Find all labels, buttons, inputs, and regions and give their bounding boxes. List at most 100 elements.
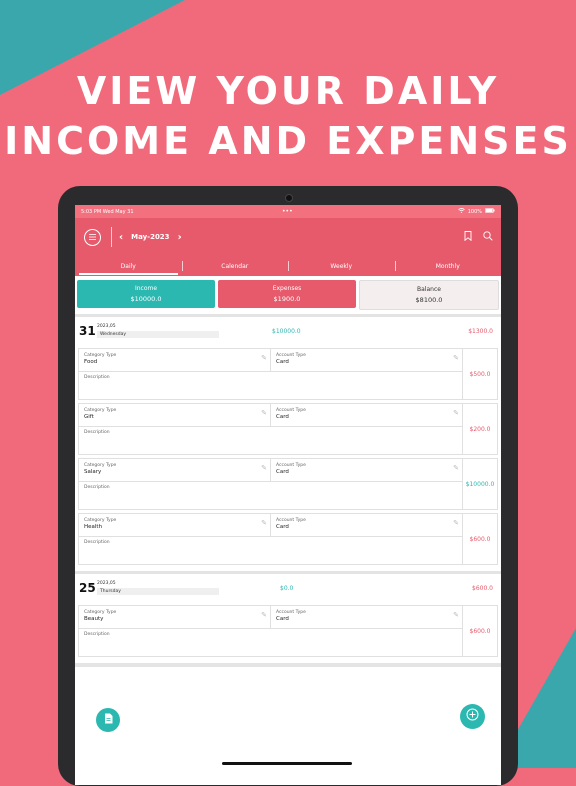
day-weekday: Wednesday	[97, 331, 219, 338]
balance-value: $8100.0	[415, 296, 443, 304]
headline: VIEW YOUR DAILY INCOME AND EXPENSES	[0, 66, 576, 166]
edit-icon[interactable]: ✎	[261, 520, 267, 527]
home-indicator[interactable]	[222, 762, 352, 765]
status-date: Wed May 31	[102, 208, 134, 215]
transaction-entry[interactable]: Category Type Health ✎ Account Type Card…	[78, 513, 498, 565]
income-card[interactable]: Income $10000.0	[77, 280, 215, 308]
wifi-icon	[457, 208, 465, 215]
app-screen: 5:03 PM Wed May 31 ••• 100% ‹ May-2023 ›	[75, 205, 501, 785]
appbar-divider	[111, 227, 112, 247]
day-header[interactable]: 25 2023,05 Thursday $0.0 $600.0	[75, 571, 501, 602]
menu-icon	[89, 233, 96, 242]
next-month-button[interactable]: ›	[178, 232, 182, 243]
account-field[interactable]: Account Type Card ✎	[270, 514, 462, 536]
section-divider	[75, 663, 501, 667]
account-label: Account Type	[276, 610, 306, 615]
edit-icon[interactable]: ✎	[261, 355, 267, 362]
account-field[interactable]: Account Type Card ✎	[270, 349, 462, 371]
account-field[interactable]: Account Type Card ✎	[270, 404, 462, 426]
current-month[interactable]: May-2023	[131, 233, 169, 241]
tab-calendar[interactable]: Calendar	[181, 256, 289, 276]
category-label: Category Type	[84, 610, 117, 615]
transaction-entry[interactable]: Category Type Gift ✎ Account Type Card ✎…	[78, 403, 498, 455]
description-field[interactable]: Description	[79, 629, 462, 656]
income-value: $10000.0	[130, 295, 162, 303]
day-expense: $600.0	[472, 584, 493, 592]
account-label: Account Type	[276, 353, 306, 358]
day-income: $10000.0	[272, 327, 301, 335]
balance-card[interactable]: Balance $8100.0	[359, 280, 499, 310]
edit-icon[interactable]: ✎	[453, 520, 459, 527]
entry-amount: $600.0	[462, 606, 497, 656]
day-weekday: Thursday	[97, 588, 219, 595]
edit-icon[interactable]: ✎	[453, 465, 459, 472]
day-date: 2023,05	[97, 324, 116, 329]
multitask-dots[interactable]: •••	[282, 208, 293, 215]
category-field[interactable]: Category Type Salary ✎	[79, 459, 270, 481]
account-value: Card	[276, 414, 289, 420]
status-time: 5:03 PM	[81, 208, 102, 215]
edit-icon[interactable]: ✎	[453, 355, 459, 362]
status-bar: 5:03 PM Wed May 31 ••• 100%	[75, 205, 501, 218]
description-field[interactable]: Description	[79, 537, 462, 564]
edit-icon[interactable]: ✎	[261, 410, 267, 417]
income-label: Income	[134, 285, 158, 292]
add-transaction-button[interactable]	[460, 704, 485, 729]
description-field[interactable]: Description	[79, 482, 462, 509]
day-number: 25	[79, 581, 96, 595]
account-value: Card	[276, 524, 289, 530]
balance-label: Balance	[417, 286, 441, 293]
expenses-value: $1900.0	[273, 295, 301, 303]
bookmark-icon[interactable]	[464, 230, 472, 244]
tab-daily[interactable]: Daily	[75, 256, 182, 276]
view-tabs: Daily Calendar Weekly Monthly	[75, 256, 501, 276]
entry-amount: $200.0	[462, 404, 497, 454]
description-field[interactable]: Description	[79, 427, 462, 454]
search-icon[interactable]	[483, 230, 493, 244]
category-field[interactable]: Category Type Beauty ✎	[79, 606, 270, 628]
battery-icon	[485, 208, 495, 215]
camera	[285, 194, 293, 202]
account-field[interactable]: Account Type Card ✎	[270, 606, 462, 628]
edit-icon[interactable]: ✎	[261, 612, 267, 619]
day-income: $0.0	[280, 584, 294, 592]
category-value: Health	[84, 524, 103, 530]
account-value: Card	[276, 359, 289, 365]
edit-icon[interactable]: ✎	[453, 612, 459, 619]
transaction-entry[interactable]: Category Type Beauty ✎ Account Type Card…	[78, 605, 498, 657]
account-value: Card	[276, 469, 289, 475]
month-navigator: ‹ May-2023 ›	[119, 232, 182, 243]
transaction-entry[interactable]: Category Type Food ✎ Account Type Card ✎…	[78, 348, 498, 400]
menu-button[interactable]	[84, 228, 101, 246]
edit-icon[interactable]: ✎	[261, 465, 267, 472]
headline-line2: INCOME AND EXPENSES	[4, 119, 572, 163]
report-button[interactable]	[96, 708, 120, 732]
edit-icon[interactable]: ✎	[453, 410, 459, 417]
expenses-label: Expenses	[272, 285, 302, 292]
category-label: Category Type	[84, 408, 117, 413]
category-value: Gift	[84, 414, 94, 420]
entry-amount: $500.0	[462, 349, 497, 399]
transaction-entry[interactable]: Category Type Salary ✎ Account Type Card…	[78, 458, 498, 510]
description-field[interactable]: Description	[79, 372, 462, 399]
category-label: Category Type	[84, 353, 117, 358]
account-field[interactable]: Account Type Card ✎	[270, 459, 462, 481]
entry-amount: $10000.0	[462, 459, 497, 509]
app-bar: ‹ May-2023 ›	[75, 218, 501, 256]
add-icon	[466, 708, 479, 725]
expenses-card[interactable]: Expenses $1900.0	[218, 280, 356, 308]
report-icon	[104, 713, 113, 727]
category-field[interactable]: Category Type Food ✎	[79, 349, 270, 371]
category-value: Salary	[84, 469, 102, 475]
category-field[interactable]: Category Type Health ✎	[79, 514, 270, 536]
category-field[interactable]: Category Type Gift ✎	[79, 404, 270, 426]
entry-amount: $600.0	[462, 514, 497, 564]
day-header[interactable]: 31 2023,05 Wednesday $10000.0 $1300.0	[75, 314, 501, 345]
headline-line1: VIEW YOUR DAILY	[76, 69, 500, 113]
prev-month-button[interactable]: ‹	[119, 232, 123, 243]
tab-monthly[interactable]: Monthly	[394, 256, 502, 276]
account-label: Account Type	[276, 463, 306, 468]
tab-weekly[interactable]: Weekly	[288, 256, 395, 276]
account-label: Account Type	[276, 518, 306, 523]
category-label: Category Type	[84, 463, 117, 468]
